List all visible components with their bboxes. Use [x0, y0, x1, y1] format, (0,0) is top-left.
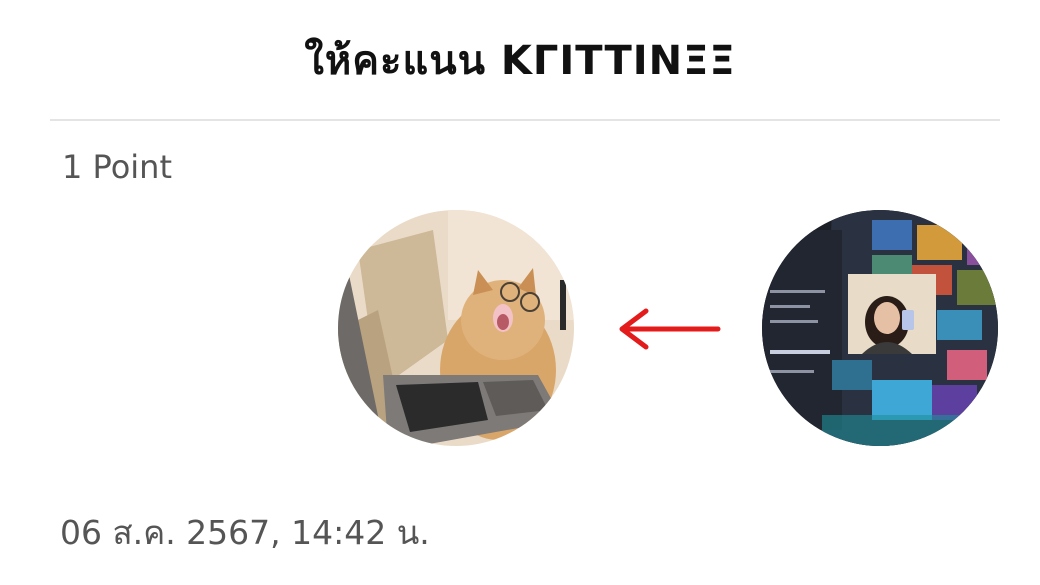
points-label: 1 Point — [62, 148, 172, 186]
timestamp: 06 ส.ค. 2567, 14:42 น. — [60, 513, 430, 552]
receiver-avatar[interactable] — [338, 210, 574, 446]
page-title: ให้คะแนน KΓITTINΞΞ — [304, 38, 736, 84]
rating-dialog: ให้คะแนน KΓITTINΞΞ 1 Point 06 ส.ค. 2567,… — [0, 0, 1040, 585]
giver-avatar[interactable] — [762, 210, 998, 446]
divider — [50, 119, 1000, 121]
cat-photo — [338, 210, 574, 446]
arrow-left-icon — [612, 308, 724, 358]
selfie-photo — [762, 210, 998, 446]
